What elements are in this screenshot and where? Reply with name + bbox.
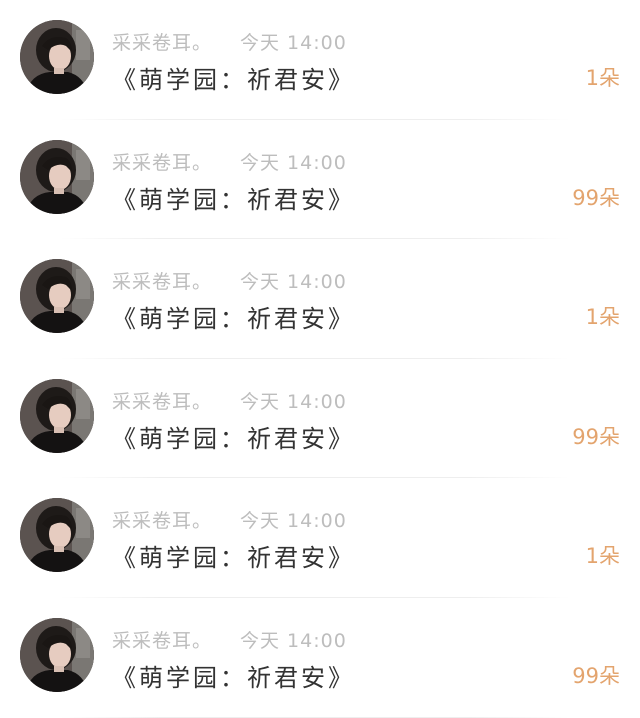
username[interactable]: 采采卷耳。: [112, 271, 212, 293]
flower-count: 1朵: [585, 66, 620, 90]
avatar-photo-icon: [20, 378, 94, 453]
flower-count: 1朵: [585, 544, 620, 569]
avatar[interactable]: [20, 259, 94, 334]
flower-count: 99朵: [572, 663, 620, 688]
comment-meta: 采采卷耳。 今天 14:00: [112, 267, 347, 294]
comment-meta: 采采卷耳。 今天 14:00: [112, 148, 347, 175]
list-item[interactable]: 采采卷耳。 今天 14:00 《萌学园：祈君安》 1朵: [0, 478, 640, 598]
avatar-photo-icon: [20, 139, 94, 214]
avatar[interactable]: [20, 498, 94, 573]
list-item[interactable]: 采采卷耳。 今天 14:00 《萌学园：祈君安》 1朵: [0, 239, 640, 359]
avatar-photo-icon: [20, 259, 94, 334]
username[interactable]: 采采卷耳。: [112, 32, 212, 54]
timestamp: 今天 14:00: [240, 629, 347, 652]
username[interactable]: 采采卷耳。: [112, 391, 212, 413]
comment-meta: 采采卷耳。 今天 14:00: [112, 28, 347, 55]
comment-content: 《萌学园：祈君安》: [112, 66, 355, 94]
comment-list: 采采卷耳。 今天 14:00 《萌学园：祈君安》 1朵 采采卷耳。 今天 14:00…: [0, 0, 640, 718]
username[interactable]: 采采卷耳。: [112, 152, 212, 174]
avatar-photo-icon: [20, 498, 94, 573]
comment-content: 《萌学园：祈君安》: [112, 305, 355, 334]
comment-meta: 采采卷耳。 今天 14:00: [112, 506, 347, 533]
avatar-photo-icon: [20, 617, 94, 692]
flower-count: 99朵: [572, 185, 620, 210]
comment-meta: 采采卷耳。 今天 14:00: [112, 626, 347, 653]
flower-count: 99朵: [572, 424, 620, 449]
username[interactable]: 采采卷耳。: [112, 630, 212, 652]
divider: [60, 716, 570, 718]
timestamp: 今天 14:00: [240, 271, 347, 294]
comment-content: 《萌学园：祈君安》: [112, 424, 355, 453]
avatar[interactable]: [20, 20, 94, 94]
flower-count: 1朵: [585, 305, 620, 330]
avatar[interactable]: [20, 617, 94, 692]
avatar-photo-icon: [20, 20, 94, 94]
comment-content: 《萌学园：祈君安》: [112, 663, 355, 692]
list-item[interactable]: 采采卷耳。 今天 14:00 《萌学园：祈君安》 99朵: [0, 598, 640, 718]
timestamp: 今天 14:00: [240, 32, 347, 54]
comment-meta: 采采卷耳。 今天 14:00: [112, 387, 347, 414]
list-item[interactable]: 采采卷耳。 今天 14:00 《萌学园：祈君安》 99朵: [0, 359, 640, 479]
avatar[interactable]: [20, 139, 94, 214]
comment-content: 《萌学园：祈君安》: [112, 544, 355, 573]
timestamp: 今天 14:00: [240, 510, 347, 533]
timestamp: 今天 14:00: [240, 151, 347, 174]
timestamp: 今天 14:00: [240, 390, 347, 413]
comment-content: 《萌学园：祈君安》: [112, 185, 355, 214]
list-item[interactable]: 采采卷耳。 今天 14:00 《萌学园：祈君安》 1朵: [0, 0, 640, 120]
username[interactable]: 采采卷耳。: [112, 510, 212, 532]
avatar[interactable]: [20, 378, 94, 453]
list-item[interactable]: 采采卷耳。 今天 14:00 《萌学园：祈君安》 99朵: [0, 120, 640, 240]
